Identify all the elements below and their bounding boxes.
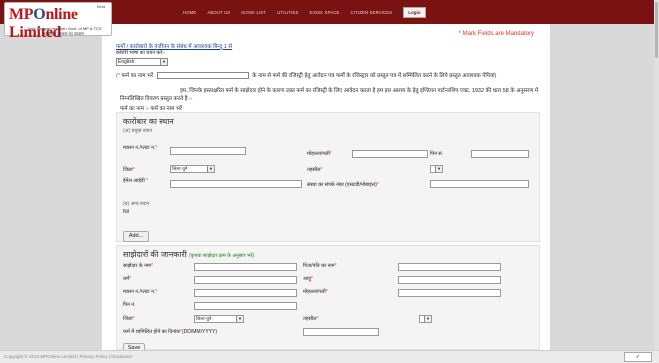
district-select[interactable]: जिला चुने ▼ [170, 165, 215, 173]
partner-tehsil-select[interactable]: ▼ [419, 315, 432, 323]
site-logo[interactable]: Beta MPOnline Limited Joint Venture betw… [4, 2, 112, 41]
house-no-input[interactable] [170, 147, 246, 155]
partner-name-label: साझेदार के नाम* [123, 263, 154, 269]
nav-citizen-services[interactable]: CITIZEN SERVICES [351, 10, 393, 15]
other-place-value: Nil [123, 209, 129, 215]
add-place-button[interactable]: Add... [123, 231, 149, 242]
locality-input[interactable] [352, 150, 428, 158]
chevron-down-icon: ▼ [207, 166, 214, 172]
partner-district-label: जिला* [123, 316, 135, 322]
scrollbar-thumb[interactable] [655, 2, 658, 58]
partner-house-label: मकान न./प्लाट न.* [123, 289, 158, 295]
nav-kiosk-list[interactable]: KIOSK LIST [241, 10, 266, 15]
partner-name-input[interactable] [194, 263, 297, 271]
partner-house-input[interactable] [194, 289, 297, 297]
district-label: जिला* [123, 167, 135, 173]
chevron-down-icon: ▼ [236, 316, 243, 322]
form-panel: * Mark Fields are Mandatory फर्मो / कारो… [102, 24, 550, 354]
mandatory-note: * Mark Fields are Mandatory [458, 31, 534, 37]
business-place-title: कारोबार का स्थान [123, 117, 174, 126]
tehsil-select[interactable]: ▼ [430, 165, 443, 173]
breadcrumb-link[interactable]: फर्मो / कारोबारो के पंजीयन के संबंध में … [116, 42, 232, 50]
join-date-input[interactable] [303, 328, 379, 336]
logo-subtitle-hindi: मध्यप्रदेश सरकार का उपक्रम [43, 31, 84, 36]
contact-input[interactable] [430, 180, 529, 188]
firm-name-line: फर्म का नाम :- फर्म का नाम भरें [120, 106, 183, 112]
vertical-scrollbar[interactable] [654, 0, 659, 350]
contact-label: संस्था का संपर्क नंबर (एसटडी/मोबाइल)* [307, 182, 379, 188]
father-name-input[interactable] [398, 263, 501, 271]
login-button[interactable]: Login [403, 6, 426, 18]
house-no-label: मकान न./प्लाट न.* [123, 145, 158, 151]
language-select[interactable]: English ▼ [116, 58, 168, 66]
partner-district-select[interactable]: जिला चुने ▼ [194, 315, 244, 323]
nav-about[interactable]: ABOUT US [207, 10, 230, 15]
tehsil-label: तहसील* [307, 167, 323, 173]
other-place-label: (ब) अन्य स्थान [123, 201, 150, 207]
partner-pin-input[interactable] [194, 302, 297, 310]
chevron-down-icon: ▼ [424, 316, 431, 322]
declaration-paragraph: हम, जिनके हस्ताक्षरित फर्म के साझेदार हो… [120, 88, 539, 102]
firm-name-input[interactable] [156, 72, 249, 80]
age-input[interactable] [398, 276, 501, 284]
partner-locality-input[interactable] [398, 289, 501, 297]
verified-badge-icon[interactable]: ✓ [624, 352, 652, 362]
pincode-label: पिन सं. [430, 151, 444, 157]
main-place-label: (अ) प्रमुख स्थान [123, 128, 152, 134]
email-input[interactable] [170, 180, 302, 188]
caste-label: धर्म* [123, 276, 132, 282]
email-label: ईमेल आईडी * [123, 178, 149, 184]
declaration-line: (* फर्म का नाम भरें के नाम से फर्म की रज… [116, 72, 497, 80]
partners-title: साझेदारों की जानकारी (कृपया साझेदार क्रम… [123, 250, 255, 259]
partner-tehsil-label: तहसील* [303, 316, 319, 322]
business-place-section: कारोबार का स्थान (अ) प्रमुख स्थान मकान न… [116, 112, 540, 242]
footer: Copyright © 2013 MPOnline Limited | Priv… [0, 350, 659, 363]
partners-section: साझेदारों की जानकारी (कृपया साझेदार क्रम… [116, 245, 540, 354]
nav-utilities[interactable]: UTILITIES [277, 10, 298, 15]
nav-kiosk-space[interactable]: KIOSK SPACE [309, 10, 339, 15]
partner-pin-label: पिन नं. [123, 302, 136, 308]
partner-locality-label: मोहल्ला/गली* [303, 289, 328, 295]
main-nav: HOME ABOUT US KIOSK LIST UTILITIES KIOSK… [183, 6, 426, 18]
language-label: कोशेरी भाषा का चयन करें:- [116, 50, 166, 56]
caste-input[interactable] [194, 276, 297, 284]
footer-text: Copyright © 2013 MPOnline Limited | Priv… [4, 354, 133, 359]
pincode-input[interactable] [471, 150, 529, 158]
join-date-label: फर्म में शामिलित होने का दिनांक*(DD/MM/Y… [123, 329, 217, 335]
age-label: आयु* [303, 276, 313, 282]
locality-label: मोहल्ला/गली* [307, 151, 332, 157]
father-name-label: पिता/पति का नाम* [303, 263, 337, 269]
chevron-down-icon: ▼ [435, 166, 442, 172]
chevron-down-icon: ▼ [160, 59, 167, 65]
nav-home[interactable]: HOME [183, 10, 196, 15]
